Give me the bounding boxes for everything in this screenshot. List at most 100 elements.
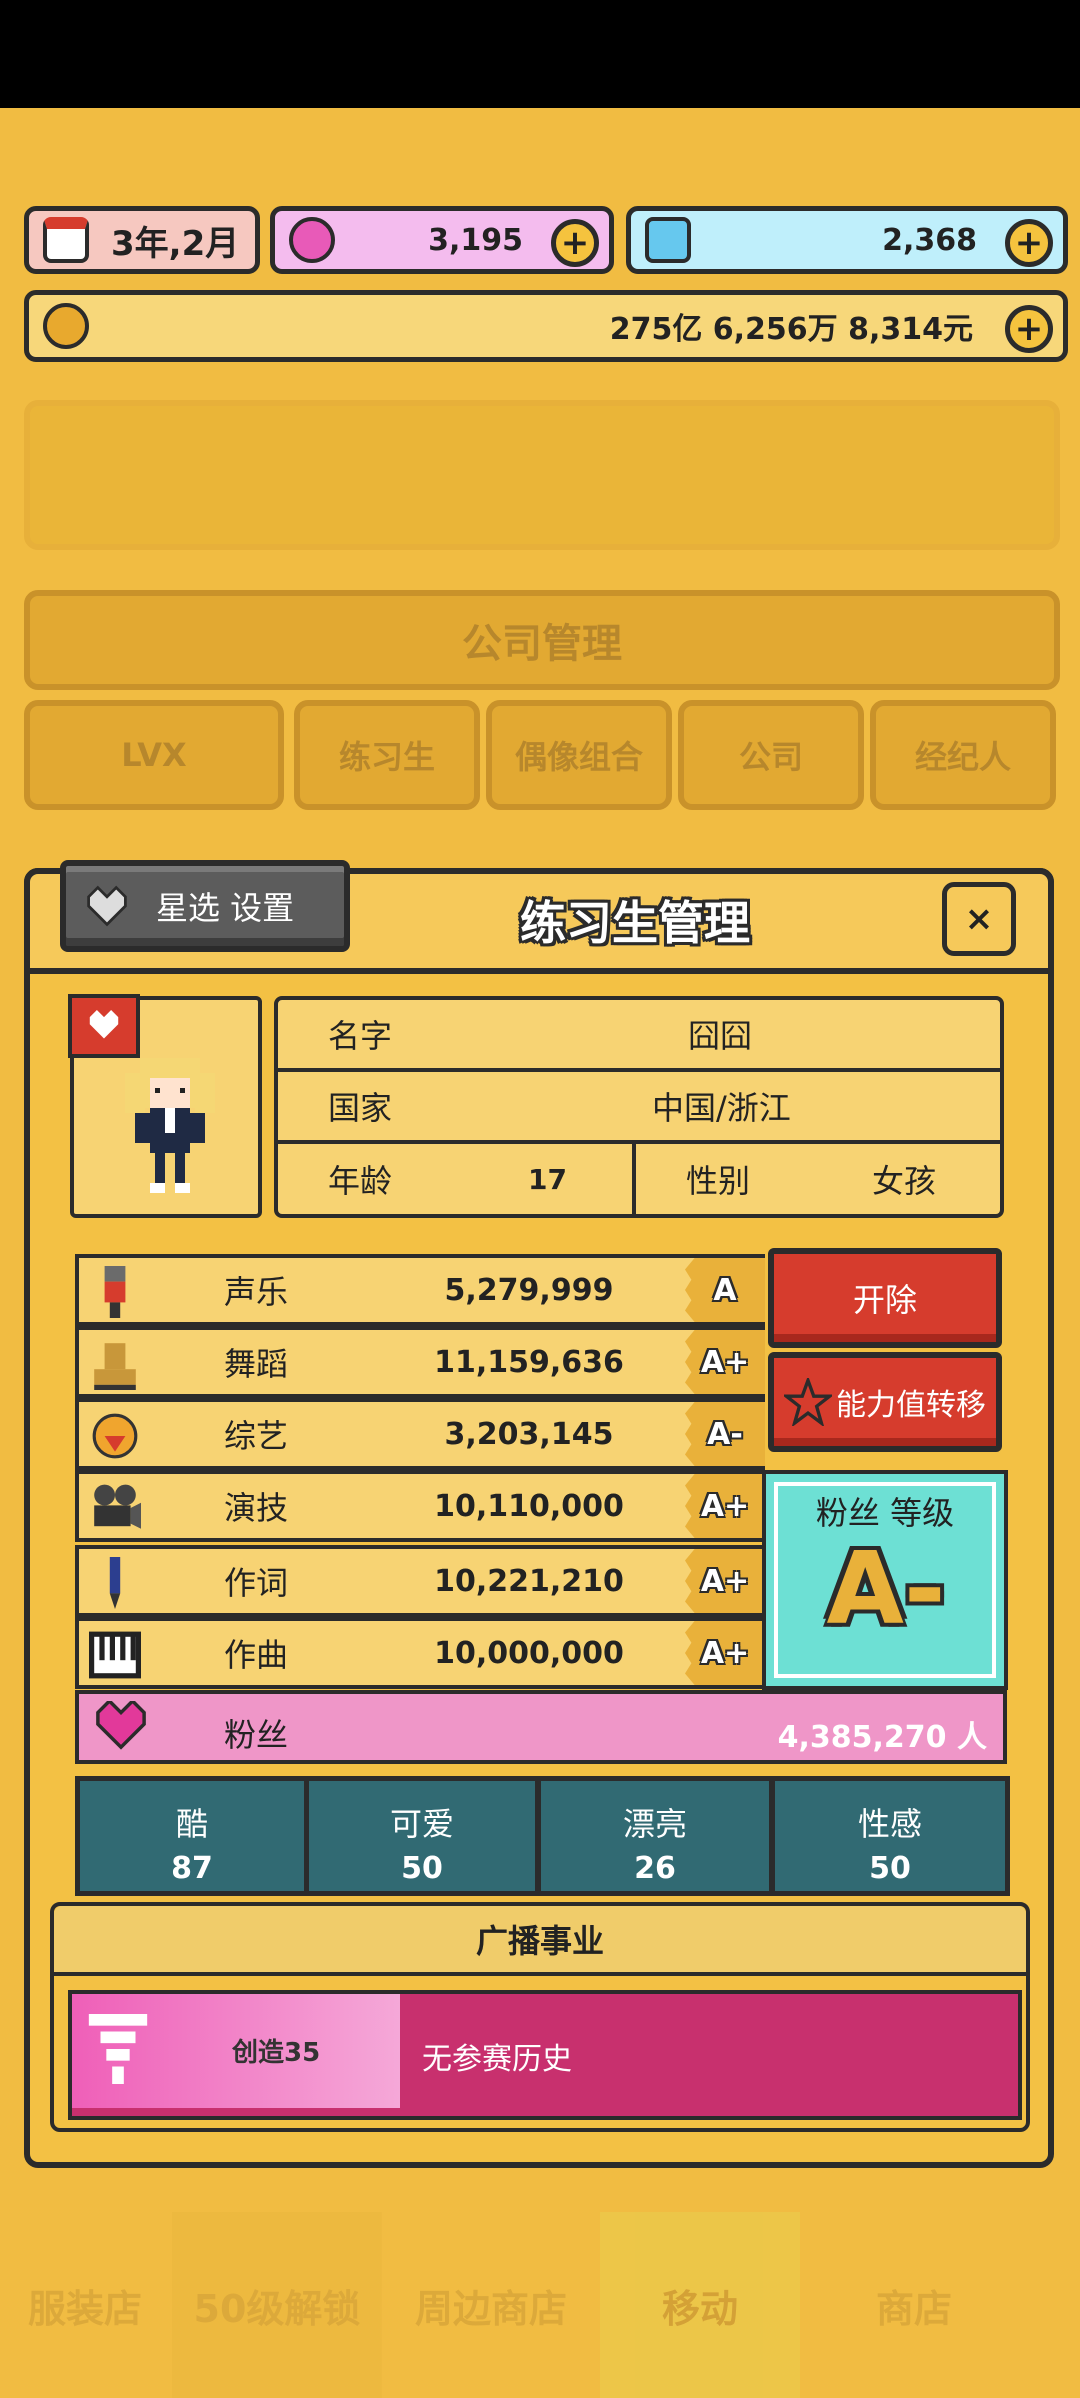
stat-label: 综艺 — [224, 1417, 289, 1455]
stat-label: 作曲 — [224, 1636, 289, 1674]
name-label: 名字 — [328, 1017, 393, 1055]
age-label: 年龄 — [328, 1162, 393, 1200]
attribute-value: 50 — [401, 1851, 443, 1886]
money-display: 275亿 6,256万 8,314元 + — [24, 290, 1068, 362]
money-value: 275亿 6,256万 8,314元 — [609, 312, 973, 347]
stat-row-variety: 综艺 3,203,145 A- — [75, 1398, 765, 1470]
stat-value: 11,159,636 — [434, 1344, 624, 1380]
portrait-frame — [68, 994, 262, 1218]
gender-value: 女孩 — [872, 1162, 937, 1200]
trophy-icon — [88, 2014, 148, 2084]
fans-value: 4,385,270 人 — [777, 1720, 987, 1755]
transfer-label: 能力值转移 — [836, 1388, 986, 1423]
fans-label: 粉丝 — [224, 1716, 289, 1754]
attribute-value: 87 — [171, 1851, 213, 1886]
background-tab-3: 偶像组合 — [486, 700, 672, 810]
bottom-nav-clothing[interactable]: 服装店 — [0, 2212, 170, 2398]
broadcast-record[interactable]: 创造35 无参赛历史 — [68, 1990, 1022, 2120]
show-name: 创造35 — [232, 2038, 321, 2068]
bottom-nav-label: 服装店 — [27, 2286, 142, 2331]
stat-value: 10,000,000 — [434, 1635, 624, 1671]
stat-row-dance: 舞蹈 11,159,636 A+ — [75, 1326, 765, 1398]
star-icon — [784, 1378, 832, 1426]
stat-row-composition: 作曲 10,000,000 A+ — [75, 1617, 765, 1689]
broadcast-history: 无参赛历史 — [422, 2042, 572, 2077]
attribute-name: 漂亮 — [622, 1805, 687, 1843]
pink-currency-value: 3,195 — [428, 222, 523, 258]
stat-value: 10,221,210 — [434, 1563, 624, 1599]
stat-label: 演技 — [224, 1489, 289, 1527]
background-tab-4: 公司 — [678, 700, 864, 810]
calendar-icon — [43, 217, 89, 263]
background-dialog-title-text: 公司管理 — [462, 621, 622, 667]
age-gender-divider — [632, 1144, 636, 1214]
background-tab-1: LVX — [24, 700, 284, 810]
background-dialog-title: 公司管理 — [24, 590, 1060, 690]
panel-title: 练习生管理 — [520, 896, 750, 950]
profile-info: 名字 囧囧 国家 中国/浙江 年龄 17 性别 女孩 — [274, 996, 1004, 1218]
camera-icon — [94, 1484, 141, 1529]
broadcast-title: 广播事业 — [475, 1922, 604, 1960]
bottom-nav-label: 移动 — [661, 2286, 738, 2331]
stat-grade: A+ — [685, 1621, 765, 1685]
date-text: 3年,2月 — [111, 223, 240, 264]
coin-icon — [43, 303, 89, 349]
attribute-name: 酷 — [175, 1805, 208, 1843]
add-pink-currency-button[interactable]: + — [551, 219, 599, 267]
fan-level-label: 粉丝 等级 — [815, 1494, 955, 1532]
diamond-icon — [645, 217, 691, 263]
attribute-cool: 酷 87 — [75, 1776, 309, 1896]
pen-icon — [109, 1557, 121, 1609]
date-display: 3年,2月 — [24, 206, 260, 274]
star-settings-button[interactable]: 星选 设置 — [60, 860, 350, 952]
name-value: 囧囧 — [688, 1017, 753, 1055]
age-gender-row: 年龄 17 性别 女孩 — [278, 1144, 1000, 1214]
background-tab-5: 经纪人 — [870, 700, 1056, 810]
attribute-name: 可爱 — [389, 1805, 454, 1843]
background-tab-label: LVX — [121, 736, 187, 774]
laugh-icon — [92, 1413, 138, 1459]
bottom-nav-label: 50级解锁 — [193, 2286, 361, 2331]
bottom-nav-merch[interactable]: 周边商店 — [386, 2212, 596, 2398]
bottom-nav-shop[interactable]: 商店 — [814, 2212, 1014, 2398]
pink-gem-icon — [289, 217, 335, 263]
favorite-heart-icon[interactable] — [68, 994, 140, 1058]
stat-grade: A+ — [685, 1549, 765, 1613]
bottom-nav-label: 周边商店 — [414, 2286, 567, 2331]
background-tab-label: 练习生 — [338, 738, 435, 776]
fan-level-box: 粉丝 等级 A- — [762, 1470, 1008, 1690]
background-tab-label: 偶像组合 — [514, 738, 643, 776]
add-blue-currency-button[interactable]: + — [1005, 219, 1053, 267]
attribute-pretty: 漂亮 26 — [536, 1776, 774, 1896]
attribute-sexy: 性感 50 — [770, 1776, 1010, 1896]
heart-icon — [96, 1701, 146, 1750]
age-value: 17 — [528, 1162, 567, 1196]
background-tab-label: 公司 — [738, 738, 803, 776]
transfer-stats-button[interactable]: 能力值转移 — [768, 1352, 1002, 1452]
pink-currency-display: 3,195 + — [270, 206, 614, 274]
status-bar — [0, 0, 1080, 108]
bottom-nav-move[interactable]: 移动 — [600, 2212, 800, 2398]
stat-grade: A — [685, 1258, 765, 1322]
character-sprite — [125, 1058, 215, 1193]
close-button[interactable]: × — [942, 882, 1016, 956]
piano-icon — [89, 1631, 141, 1679]
stat-label: 舞蹈 — [224, 1345, 289, 1383]
stat-grade: A+ — [685, 1474, 765, 1538]
stat-label: 声乐 — [224, 1273, 289, 1311]
blue-currency-display: 2,368 + — [626, 206, 1068, 274]
dismiss-button[interactable]: 开除 — [768, 1248, 1002, 1348]
star-settings-label: 星选 设置 — [156, 889, 295, 927]
boot-icon — [94, 1343, 136, 1390]
dismiss-label: 开除 — [852, 1281, 917, 1319]
bottom-nav-label: 商店 — [875, 2286, 952, 2331]
microphone-icon — [104, 1266, 126, 1318]
stat-label: 作词 — [224, 1564, 289, 1602]
country-value: 中国/浙江 — [652, 1089, 791, 1127]
stat-grade: A+ — [685, 1330, 765, 1394]
attribute-value: 50 — [869, 1851, 911, 1886]
add-money-button[interactable]: + — [1005, 305, 1053, 353]
name-row: 名字 囧囧 — [278, 1000, 1000, 1072]
bottom-nav-locked[interactable]: 50级解锁 — [172, 2212, 382, 2398]
fans-row: 粉丝 4,385,270 人 — [75, 1690, 1007, 1764]
